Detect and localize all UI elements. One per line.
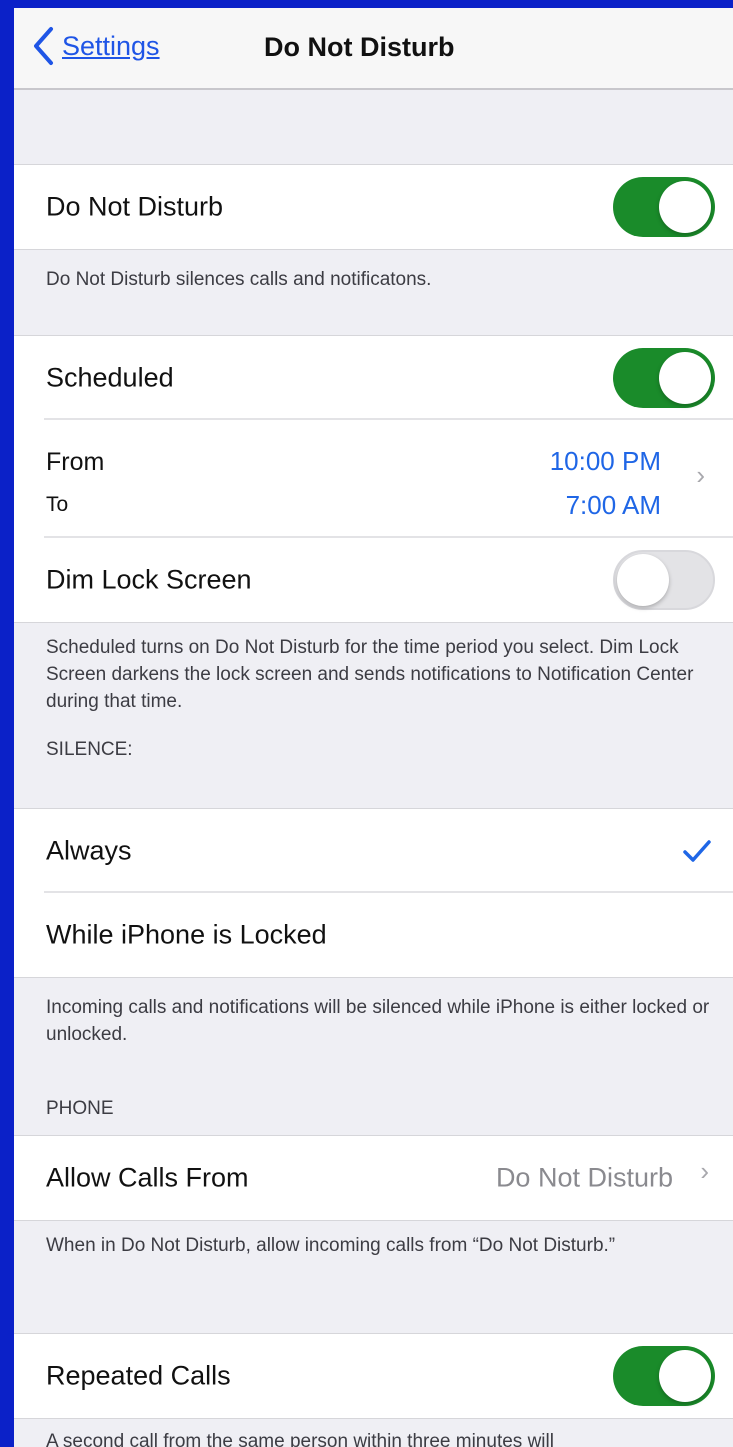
to-label: To	[46, 493, 69, 516]
schedule-group: Scheduled From To 10:00 PM 7:00 AM › Dim…	[14, 335, 733, 623]
chevron-right-icon: ›	[696, 460, 705, 490]
silence-group: Always While iPhone is Locked	[14, 808, 733, 978]
checkmark-icon	[683, 840, 711, 862]
toggle-knob	[659, 181, 711, 233]
dim-lock-screen-row: Dim Lock Screen	[14, 538, 733, 622]
to-time-value[interactable]: 7:00 AM	[566, 490, 661, 521]
scheduled-row: Scheduled	[14, 336, 733, 420]
repeated-calls-group: Repeated Calls	[14, 1333, 733, 1419]
dnd-footer: Do Not Disturb silences calls and notifi…	[46, 269, 432, 290]
scheduled-label: Scheduled	[46, 362, 174, 393]
scheduled-toggle[interactable]	[613, 348, 715, 408]
phone-section-header: PHONE	[46, 1098, 114, 1119]
dnd-label: Do Not Disturb	[46, 191, 224, 222]
silence-section-header: SILENCE:	[46, 739, 133, 760]
dim-lock-screen-toggle[interactable]	[613, 550, 715, 610]
navigation-bar: Settings Do Not Disturb	[14, 8, 733, 90]
allow-calls-from-label: Allow Calls From	[46, 1162, 249, 1193]
silence-option-while-locked[interactable]: While iPhone is Locked	[14, 893, 733, 977]
toggle-knob	[659, 352, 711, 404]
dnd-row: Do Not Disturb	[14, 165, 733, 249]
back-button-label: Settings	[62, 30, 160, 61]
allow-calls-from-value: Do Not Disturb	[495, 1162, 673, 1193]
silence-option-label: Always	[46, 835, 132, 866]
from-time-value[interactable]: 10:00 PM	[550, 446, 661, 477]
page-title: Do Not Disturb	[264, 32, 455, 62]
chevron-left-icon	[34, 27, 53, 65]
repeated-calls-label: Repeated Calls	[46, 1360, 231, 1391]
dnd-group: Do Not Disturb	[14, 164, 733, 250]
from-to-row[interactable]: From To 10:00 PM 7:00 AM ›	[14, 420, 733, 538]
dim-lock-screen-label: Dim Lock Screen	[46, 564, 252, 595]
allow-calls-from-row[interactable]: Allow Calls From Do Not Disturb ›	[14, 1136, 733, 1220]
dnd-toggle[interactable]	[613, 177, 715, 237]
repeated-calls-toggle[interactable]	[613, 1346, 715, 1406]
repeated-calls-footer: A second call from the same person withi…	[46, 1431, 554, 1447]
toggle-knob	[617, 554, 669, 606]
phone-footer: When in Do Not Disturb, allow incoming c…	[46, 1235, 616, 1256]
silence-option-always[interactable]: Always	[14, 809, 733, 893]
back-button[interactable]: Settings	[32, 22, 160, 70]
chevron-right-icon: ›	[700, 1156, 709, 1186]
schedule-footer: Scheduled turns on Do Not Disturb for th…	[46, 637, 694, 712]
from-label: From	[46, 448, 105, 476]
settings-screen: Settings Do Not Disturb Do Not Disturb D…	[14, 8, 733, 1447]
repeated-calls-row: Repeated Calls	[14, 1334, 733, 1418]
silence-option-label: While iPhone is Locked	[46, 919, 327, 950]
silence-footer: Incoming calls and notifications will be…	[46, 997, 710, 1045]
toggle-knob	[659, 1350, 711, 1402]
phone-group: Allow Calls From Do Not Disturb ›	[14, 1135, 733, 1221]
